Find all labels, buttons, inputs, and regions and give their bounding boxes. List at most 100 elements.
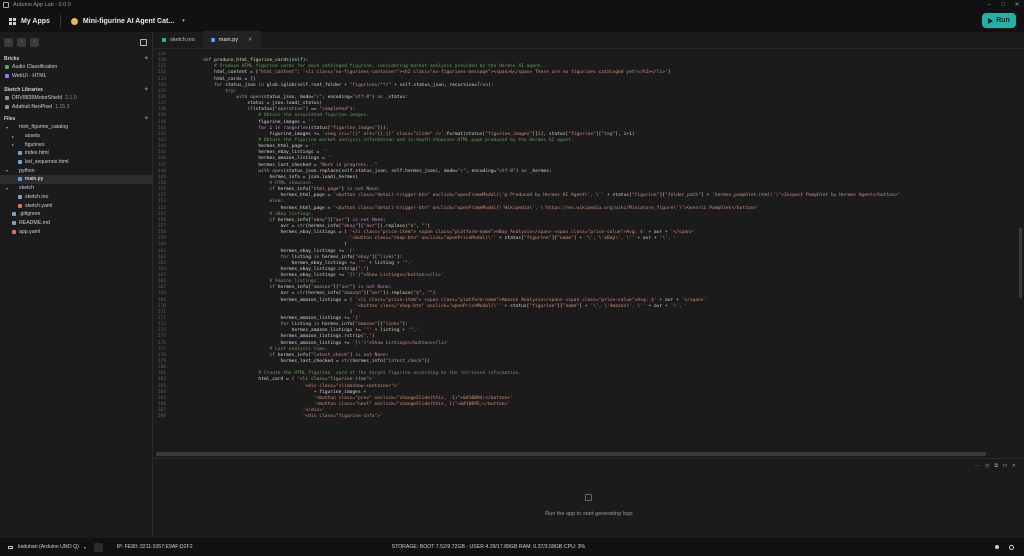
files-header[interactable]: Files + (0, 115, 153, 123)
brick-label: Audio Classification (12, 64, 58, 71)
brick-item[interactable]: WebUI - HTML (0, 72, 153, 81)
window-titlebar: Arduino App Lab - 0.0.0 – □ ✕ (0, 0, 1024, 10)
status-icons (995, 544, 1014, 550)
brick-icon (5, 65, 9, 70)
board-selector[interactable]: kaituhan (Arduino UNO Q) (18, 544, 79, 550)
folder-icon (12, 169, 16, 173)
file-tree-item[interactable]: sketch.yaml (0, 201, 153, 210)
file-icon (12, 212, 16, 217)
pin-icon[interactable]: ⊓ (1003, 463, 1007, 469)
close-tab-icon[interactable]: ✕ (248, 37, 253, 43)
file-label: mini_figurine_catalog (19, 124, 69, 131)
file-tree-item[interactable]: main.py (0, 175, 153, 184)
close-window-button[interactable]: ✕ (1010, 0, 1024, 10)
board-icon (8, 545, 13, 549)
tab-sketch-ino[interactable]: sketch.ino (154, 31, 203, 48)
toggle-sidebar-icon[interactable] (140, 38, 147, 46)
code-line: 188 '<div class="figurine-info">' (154, 414, 1014, 420)
file-tree-item[interactable]: sketch.ino (0, 193, 153, 202)
folder-icon (18, 143, 22, 147)
file-icon (162, 37, 166, 42)
file-icon (18, 177, 22, 182)
file-label: sketch.ino (25, 193, 49, 200)
my-apps-link[interactable]: My Apps (21, 18, 50, 25)
file-tree-item[interactable]: ▾ sketch (0, 184, 153, 193)
console-panel: ⋯ ◷ ⧉ ⊓ ✕ Run the app to start generatin… (154, 458, 1024, 538)
notification-icon[interactable] (995, 545, 999, 549)
terminal-icon (585, 494, 592, 501)
file-tree-item[interactable]: app.yaml (0, 227, 153, 236)
library-item[interactable]: Adafruit NeoPixel 1.15.3 (0, 103, 153, 112)
library-icon (5, 96, 9, 101)
brick-item[interactable]: Audio Classification (0, 63, 153, 72)
bricks-header[interactable]: Bricks + (0, 55, 153, 63)
code-area[interactable]: 129 130 def produce_html_figurine_cards(s… (154, 52, 1014, 449)
libraries-section: Sketch Libraries + DRV8835MotorShield 2.1… (0, 86, 153, 111)
brick-icon (5, 74, 9, 79)
file-label: app.yaml (19, 228, 41, 235)
library-version: 2.1.0 (65, 95, 77, 102)
run-label: Run (996, 17, 1010, 24)
file-tree-item[interactable]: ▾ python (0, 166, 153, 175)
file-tree-item[interactable]: ▾ mini_figurine_catalog (0, 123, 153, 132)
vertical-scrollbar[interactable] (1019, 228, 1022, 298)
app-logo-icon (3, 2, 9, 8)
library-item[interactable]: DRV8835MotorShield 2.1.0 (0, 94, 153, 103)
new-folder-icon[interactable]: ▫ (17, 37, 26, 47)
header-divider (59, 15, 61, 27)
file-label: figurines (25, 141, 45, 148)
board-chevron-icon[interactable]: ▾ (84, 545, 86, 550)
sidebar: ▫ ▫ ▫ Bricks + Audio Classification WebUI… (0, 32, 153, 538)
brick-label: WebUI - HTML (12, 73, 47, 80)
add-library-icon[interactable]: + (144, 87, 148, 93)
app-emoji-icon (70, 17, 78, 25)
libraries-header[interactable]: Sketch Libraries + (0, 86, 153, 94)
play-icon (988, 17, 994, 24)
maximize-button[interactable]: □ (996, 0, 1010, 10)
apps-grid-icon[interactable] (9, 17, 16, 25)
file-label: index.html (25, 150, 49, 157)
run-button[interactable]: Run (982, 13, 1016, 28)
file-tree-item[interactable]: .gitignore (0, 210, 153, 219)
file-label: README.md (19, 219, 50, 226)
terminal-button[interactable] (93, 542, 103, 552)
file-label: python (19, 167, 35, 174)
console-toolbar: ⋯ ◷ ⧉ ⊓ ✕ (975, 463, 1016, 469)
settings-icon[interactable] (1009, 544, 1014, 550)
status-bar: kaituhan (Arduino UNO Q) ▾ IP: FE80::321… (0, 538, 1024, 556)
copy-icon[interactable]: ⧉ (994, 463, 998, 469)
file-tree: ▾ mini_figurine_catalog ▸ assets ▸ figurines i… (0, 123, 153, 236)
file-tree-item[interactable]: ▸ figurines (0, 140, 153, 149)
add-file-icon[interactable]: + (144, 116, 148, 122)
more-icon[interactable]: ⋯ (975, 463, 980, 469)
file-label: .gitignore (19, 211, 41, 218)
file-tree-item[interactable]: ▸ assets (0, 132, 153, 141)
file-label: main.py (25, 176, 44, 183)
window-controls: – □ ✕ (982, 0, 1024, 10)
clock-icon[interactable]: ◷ (985, 463, 989, 469)
new-file-icon[interactable]: ▫ (4, 37, 13, 47)
tab-main-py[interactable]: main.py ✕ (202, 31, 261, 48)
file-tree-item[interactable]: README.md (0, 219, 153, 228)
app-name[interactable]: Mini-figurine AI Agent Cat... (83, 18, 174, 25)
chevron-down-icon[interactable]: ▾ (182, 18, 185, 24)
minimize-button[interactable]: – (982, 0, 996, 10)
files-section: Files + ▾ mini_figurine_catalog ▸ assets ▸ fi… (0, 115, 153, 236)
library-icon (5, 105, 9, 110)
tab-label: sketch.ino (170, 36, 195, 43)
file-tree-item[interactable]: index.html (0, 149, 153, 158)
close-icon[interactable]: ✕ (1012, 463, 1016, 469)
library-version: 1.15.3 (55, 104, 70, 111)
horizontal-scrollbar[interactable] (156, 452, 986, 456)
bricks-list: Audio Classification WebUI - HTML (0, 63, 153, 80)
file-label: sketch (19, 185, 34, 192)
libraries-list: DRV8835MotorShield 2.1.0 Adafruit NeoPixel… (0, 94, 153, 111)
add-brick-icon[interactable]: + (144, 56, 148, 62)
line-source: hermes_last_checked = str(hermes_info["l… (192, 359, 430, 365)
sidebar-toolbar: ▫ ▫ ▫ (0, 32, 152, 52)
libraries-title: Sketch Libraries (4, 87, 43, 93)
upload-icon[interactable]: ▫ (30, 37, 39, 47)
file-tree-item[interactable]: led_sequence.html (0, 158, 153, 167)
app-header: My Apps Mini-figurine AI Agent Cat... ▾ … (0, 10, 1024, 32)
code-editor: sketch.ino main.py ✕ 129 130 def produce_ht… (154, 31, 1024, 457)
